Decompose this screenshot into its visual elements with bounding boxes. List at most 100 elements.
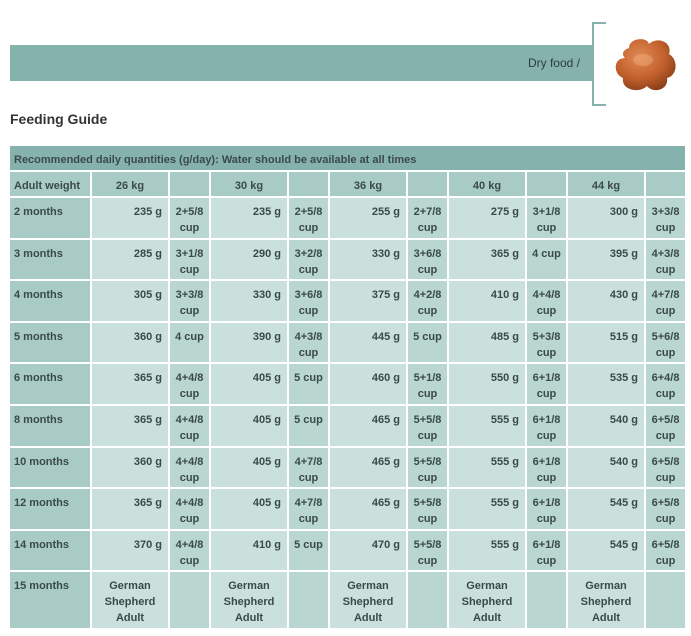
cups-cell: 4+4/8 cup <box>527 281 566 323</box>
grams-cell: 410 g <box>211 530 287 573</box>
cups-cell: 4 cup <box>527 239 566 282</box>
grams-cell: 300 g <box>568 198 644 240</box>
weight-header: 40 kg <box>449 172 525 198</box>
grams-cell: 460 g <box>330 364 406 406</box>
table-row: 15 months German Shepherd Adult German She… <box>10 572 686 631</box>
cups-cell <box>527 572 566 631</box>
cups-cell: 5 cup <box>289 405 328 448</box>
grams-cell: 235 g <box>211 198 287 240</box>
table-row: 2 months 235 g 2+5/8 cup 235 g 2+5/8 cup 255 … <box>10 198 686 240</box>
cups-cell: 2+7/8 cup <box>408 198 447 240</box>
cups-cell: 4+4/8 cup <box>170 530 209 573</box>
switch-food-cell: German Shepherd Adult <box>449 572 525 631</box>
cups-cell: 4+7/8 cup <box>289 447 328 490</box>
grams-cell: 465 g <box>330 489 406 531</box>
cups-cell: 5+3/8 cup <box>527 322 566 365</box>
table-row: 3 months 285 g 3+1/8 cup 290 g 3+2/8 cup 330 … <box>10 239 686 282</box>
cups-cell: 3+2/8 cup <box>289 239 328 282</box>
grams-cell: 360 g <box>92 322 168 365</box>
cups-cell: 4+2/8 cup <box>408 281 447 323</box>
grams-cell: 255 g <box>330 198 406 240</box>
cups-cell: 3+6/8 cup <box>289 281 328 323</box>
cups-cell: 6+1/8 cup <box>527 530 566 573</box>
grams-cell: 285 g <box>92 239 168 282</box>
table-row: 6 months 365 g 4+4/8 cup 405 g5 cup 460 g 5+1… <box>10 364 686 406</box>
weight-header-spacer <box>408 172 447 198</box>
grams-cell: 405 g <box>211 364 287 406</box>
cups-cell: 4+3/8 cup <box>646 239 686 282</box>
table-row: 12 months 365 g 4+4/8 cup 405 g 4+7/8 cup 465… <box>10 489 686 531</box>
cups-cell: 3+1/8 cup <box>527 198 566 240</box>
cups-cell: 3+1/8 cup <box>170 239 209 282</box>
cups-cell: 2+5/8 cup <box>170 198 209 240</box>
age-label: 2 months <box>10 198 90 240</box>
cups-cell: 4+4/8 cup <box>170 405 209 448</box>
cups-cell: 4+3/8 cup <box>289 322 328 365</box>
grams-cell: 375 g <box>330 281 406 323</box>
age-label: 8 months <box>10 405 90 448</box>
age-label: 5 months <box>10 322 90 365</box>
kibble-icon <box>615 39 676 91</box>
grams-cell: 445 g <box>330 322 406 365</box>
grams-cell: 405 g <box>211 447 287 490</box>
grams-cell: 235 g <box>92 198 168 240</box>
cups-cell: 6+5/8 cup <box>646 530 686 573</box>
cups-cell: 5+5/8 cup <box>408 489 447 531</box>
cups-cell <box>646 572 686 631</box>
grams-cell: 555 g <box>449 530 525 573</box>
grams-cell: 405 g <box>211 405 287 448</box>
table-row: 14 months 370 g 4+4/8 cup 410 g5 cup 470 g 5+… <box>10 530 686 573</box>
weight-header-spacer <box>527 172 566 198</box>
cups-cell <box>170 572 209 631</box>
grams-cell: 470 g <box>330 530 406 573</box>
cups-cell: 5+5/8 cup <box>408 405 447 448</box>
cups-cell: 5+5/8 cup <box>408 530 447 573</box>
grams-cell: 485 g <box>449 322 525 365</box>
feeding-table: Recommended daily quantities (g/day): Wa… <box>8 146 687 631</box>
grams-cell: 275 g <box>449 198 525 240</box>
cups-cell: 6+5/8 cup <box>646 489 686 531</box>
grams-cell: 535 g <box>568 364 644 406</box>
grams-cell: 370 g <box>92 530 168 573</box>
grams-cell: 360 g <box>92 447 168 490</box>
age-label: 15 months <box>10 572 90 631</box>
grams-cell: 365 g <box>92 364 168 406</box>
cups-cell: 6+4/8 cup <box>646 364 686 406</box>
weight-header: 44 kg <box>568 172 644 198</box>
switch-food-cell: German Shepherd Adult <box>211 572 287 631</box>
grams-cell: 515 g <box>568 322 644 365</box>
cups-cell: 6+1/8 cup <box>527 447 566 490</box>
switch-food-cell: German Shepherd Adult <box>568 572 644 631</box>
cups-cell: 6+1/8 cup <box>527 364 566 406</box>
cups-cell: 3+3/8 cup <box>170 281 209 323</box>
weight-label: Adult weight <box>10 172 90 198</box>
grams-cell: 465 g <box>330 405 406 448</box>
age-label: 12 months <box>10 489 90 531</box>
cups-cell: 5+6/8 cup <box>646 322 686 365</box>
page-title: Feeding Guide <box>10 111 108 127</box>
table-row: 10 months 360 g 4+4/8 cup 405 g 4+7/8 cup 465… <box>10 447 686 490</box>
weight-header-spacer <box>289 172 328 198</box>
cups-cell: 4+4/8 cup <box>170 447 209 490</box>
grams-cell: 540 g <box>568 447 644 490</box>
cups-cell <box>289 572 328 631</box>
weight-header: 30 kg <box>211 172 287 198</box>
cups-cell: 3+3/8 cup <box>646 198 686 240</box>
table-row: 8 months 365 g 4+4/8 cup 405 g5 cup 465 g 5+5… <box>10 405 686 448</box>
table-row: 5 months 360 g4 cup 390 g 4+3/8 cup 445 g5 c… <box>10 322 686 365</box>
grams-cell: 290 g <box>211 239 287 282</box>
weight-header: 36 kg <box>330 172 406 198</box>
grams-cell: 555 g <box>449 489 525 531</box>
grams-cell: 405 g <box>211 489 287 531</box>
breadcrumb[interactable]: Dry food / <box>528 56 580 70</box>
grams-cell: 555 g <box>449 447 525 490</box>
age-label: 6 months <box>10 364 90 406</box>
weight-header: 26 kg <box>92 172 168 198</box>
switch-food-cell: German Shepherd Adult <box>92 572 168 631</box>
grams-cell: 330 g <box>330 239 406 282</box>
image-frame-bracket <box>592 22 606 106</box>
grams-cell: 430 g <box>568 281 644 323</box>
grams-cell: 390 g <box>211 322 287 365</box>
switch-food-cell: German Shepherd Adult <box>330 572 406 631</box>
table-row: 4 months 305 g 3+3/8 cup 330 g 3+6/8 cup 375 … <box>10 281 686 323</box>
